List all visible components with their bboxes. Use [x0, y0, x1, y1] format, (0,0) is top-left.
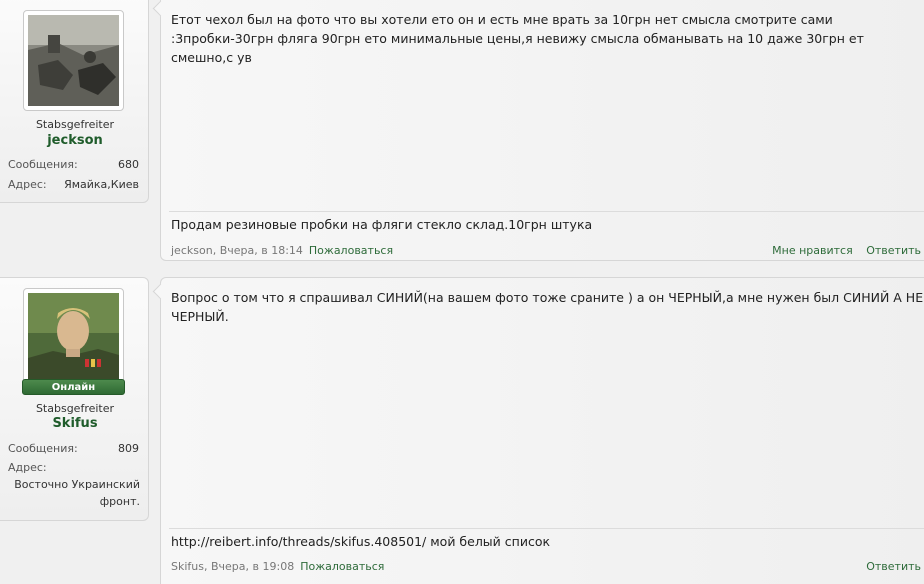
post-actions: Мне нравится Ответить — [762, 244, 921, 257]
address-label: Адрес: — [8, 178, 47, 191]
reply-link[interactable]: Ответить — [866, 244, 921, 257]
signature-divider — [169, 528, 924, 529]
message-text: Етот чехол был на фото что вы хотели ето… — [171, 12, 864, 65]
signature-divider — [169, 211, 924, 212]
post-time[interactable]: Вчера, в 18:14 — [220, 244, 303, 257]
post-meta: Skifus, Вчера, в 19:08 Пожаловаться — [171, 560, 385, 573]
avatar[interactable] — [23, 10, 124, 111]
user-card: Stabsgefreiter jeckson Сообщения: 680 Ад… — [0, 0, 149, 203]
username[interactable]: Skifus — [0, 416, 150, 431]
online-status-badge: Онлайн — [22, 379, 125, 395]
address-label: Адрес: — [8, 461, 47, 474]
messages-count: 680 — [118, 158, 139, 171]
report-link[interactable]: Пожаловаться — [309, 244, 393, 257]
message-box: Етот чехол был на фото что вы хотели ето… — [152, 0, 924, 261]
message-arrow — [152, 0, 169, 17]
report-link[interactable]: Пожаловаться — [300, 560, 384, 573]
user-rank: Stabsgefreiter — [35, 402, 115, 415]
reply-link[interactable]: Ответить — [866, 560, 921, 573]
message-arrow — [152, 283, 169, 300]
address-value: Ямайка,Киев — [64, 178, 139, 191]
user-card: Онлайн Stabsgefreiter Skifus Сообщения: … — [0, 277, 149, 521]
avatar-image-skifus — [28, 293, 119, 384]
like-link[interactable]: Мне нравится — [772, 244, 853, 257]
post-time[interactable]: Вчера, в 19:08 — [211, 560, 294, 573]
post-meta: jeckson, Вчера, в 18:14 Пожаловаться — [171, 244, 394, 257]
address-value: Восточно Украинский фронт. — [14, 478, 140, 508]
messages-count: 809 — [118, 442, 139, 455]
post-author-link[interactable]: jeckson — [171, 244, 213, 257]
username[interactable]: jeckson — [0, 133, 150, 148]
messages-label: Сообщения: — [8, 442, 78, 455]
signature: Продам резиновые пробки на фляги стекло … — [171, 217, 593, 232]
post-actions: Ответить — [856, 560, 921, 573]
signature-text[interactable]: http://reibert.info/threads/skifus.40850… — [171, 534, 550, 549]
signature: http://reibert.info/threads/skifus.40850… — [171, 534, 550, 549]
avatar-image-jeckson — [28, 15, 119, 106]
user-rank: Stabsgefreiter — [35, 118, 115, 131]
message-box: Вопрос о том что я спрашивал СИНИЙ(на ва… — [152, 277, 924, 584]
avatar[interactable] — [23, 288, 124, 389]
messages-label: Сообщения: — [8, 158, 78, 171]
message-text: Вопрос о том что я спрашивал СИНИЙ(на ва… — [171, 290, 924, 324]
post-author-link[interactable]: Skifus — [171, 560, 204, 573]
